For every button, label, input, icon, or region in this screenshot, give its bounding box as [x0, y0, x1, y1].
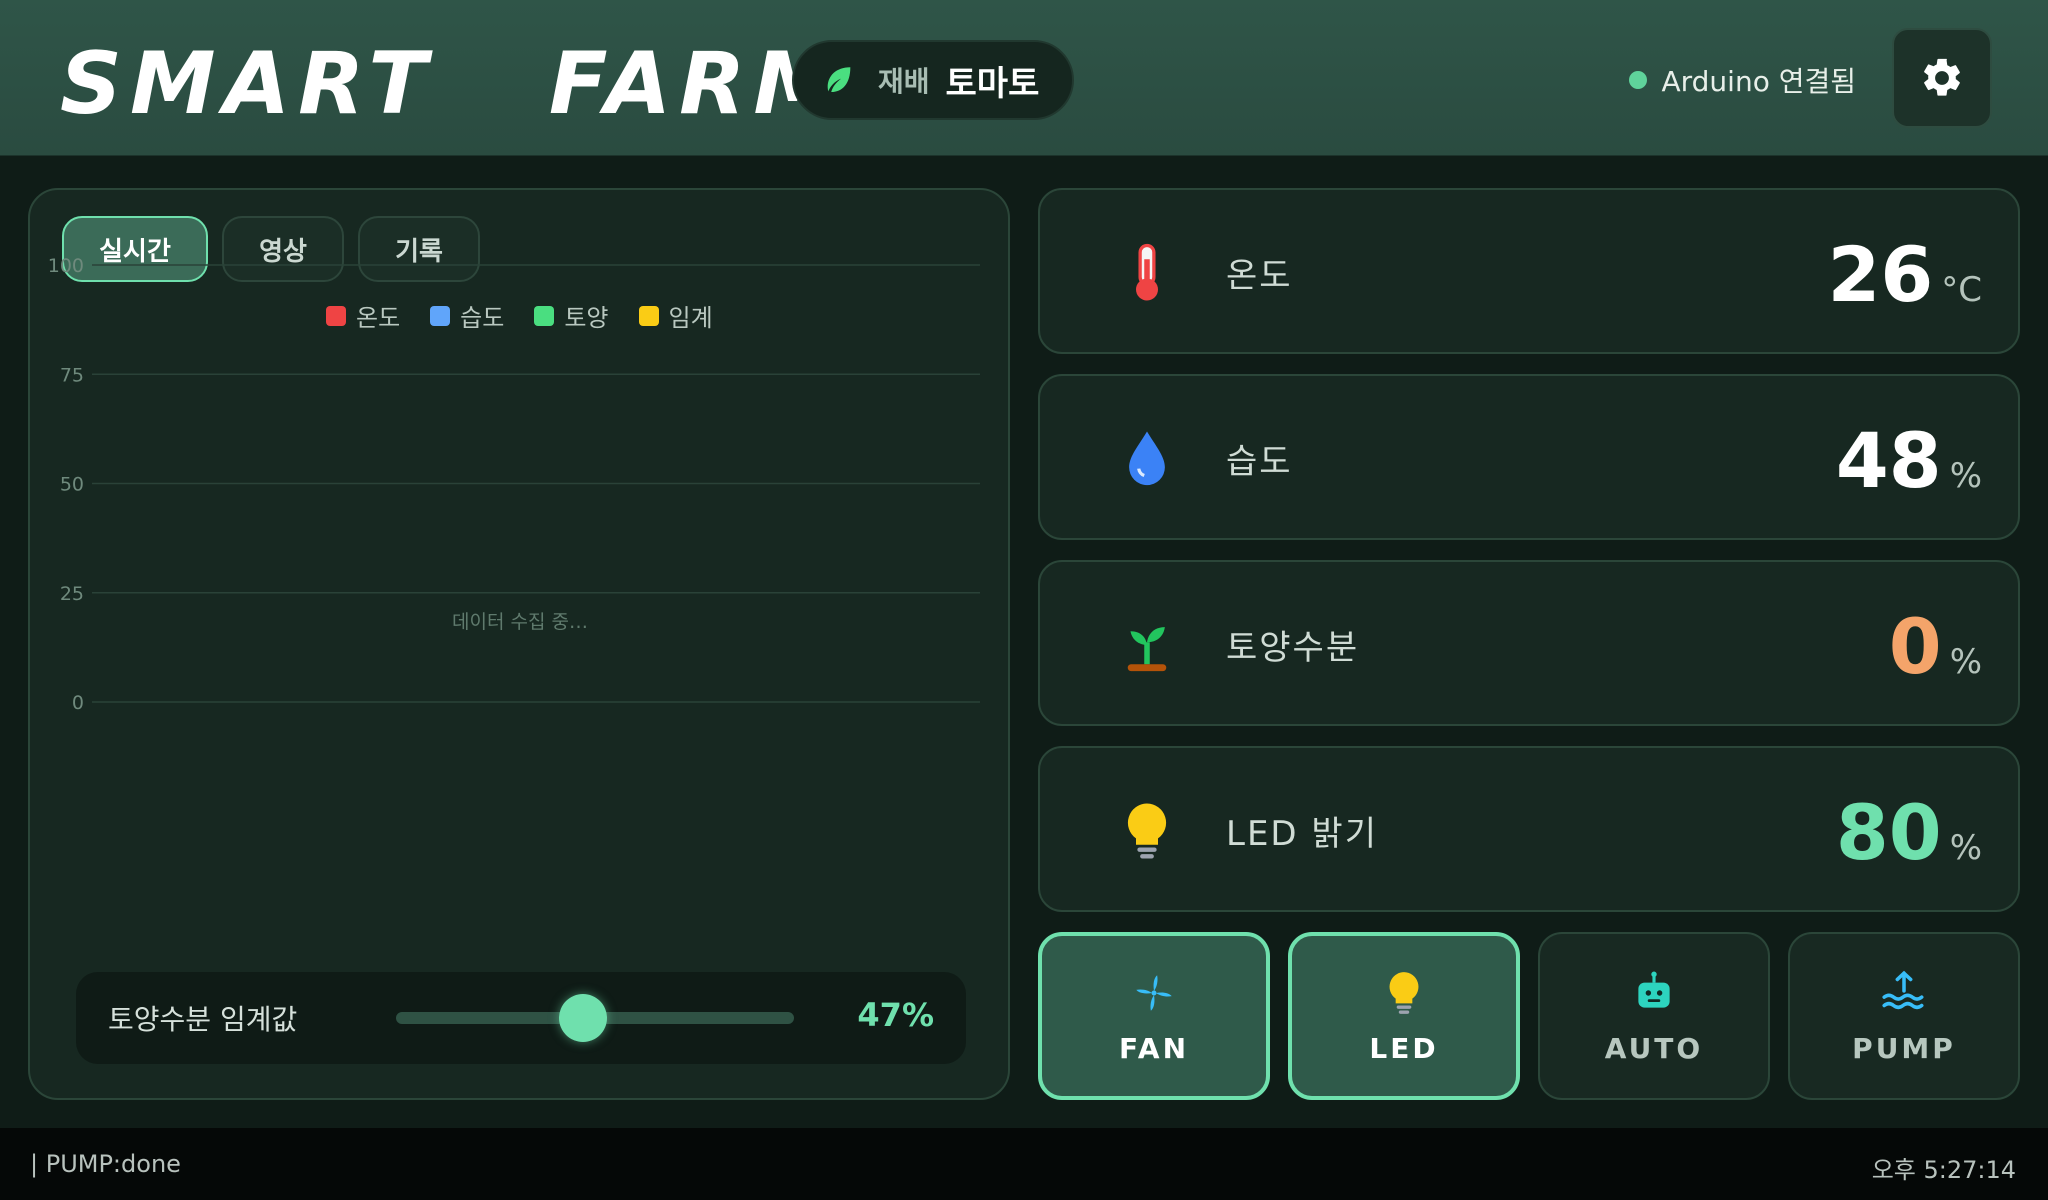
- threshold-slider-thumb[interactable]: [559, 994, 608, 1042]
- threshold-control: 토양수분 임계값 47%: [76, 972, 966, 1064]
- y-tick-label: 100: [48, 255, 84, 277]
- sensor-value: 26: [1827, 230, 1934, 319]
- app-logo: SMART FARM: [60, 34, 847, 134]
- lightbulb-icon: [1127, 803, 1167, 859]
- connection-text: Arduino 연결됨: [1661, 65, 1856, 98]
- y-tick-label: 50: [60, 474, 84, 496]
- threshold-label: 토양수분 임계값: [108, 1003, 298, 1036]
- crop-selector[interactable]: 재배 토마토: [792, 40, 1074, 120]
- status-bar: | PUMP:done 오후 5:27:14: [0, 1128, 2048, 1200]
- crop-label: 재배: [878, 65, 930, 98]
- button-label: FAN: [1118, 1031, 1190, 1065]
- sensor-unit: %: [1949, 642, 1982, 682]
- y-tick-label: 75: [60, 364, 84, 386]
- status-dot-icon: [1629, 71, 1648, 89]
- sensor-value: 80: [1835, 788, 1942, 877]
- sensor-line-chart: 100 75 50 25 0 데이터 수집 중…: [48, 255, 980, 714]
- button-label: PUMP: [1852, 1031, 1956, 1065]
- pump-water-icon: [1882, 970, 1924, 1009]
- header-bar: SMART FARM 재배 토마토 Arduino 연결됨: [0, 0, 2048, 156]
- sensor-unit: %: [1949, 456, 1982, 496]
- robot-icon: [1638, 971, 1670, 1008]
- y-tick-label: 25: [60, 583, 84, 605]
- water-drop-icon: [1129, 431, 1165, 486]
- sensor-unit: %: [1949, 828, 1982, 868]
- y-tick-label: 0: [72, 692, 84, 714]
- sensor-value: 48: [1835, 416, 1942, 505]
- lightbulb-icon: [1389, 971, 1419, 1014]
- sensor-unit: °C: [1941, 270, 1982, 310]
- sensor-name: 습도: [1226, 442, 1293, 482]
- crop-value: 토마토: [945, 63, 1040, 104]
- led-button[interactable]: LED: [1288, 932, 1520, 1100]
- sensor-value: 0: [1888, 602, 1942, 691]
- sensor-card-led-brightness: LED 밝기 80 %: [1038, 746, 2020, 912]
- button-label: AUTO: [1604, 1031, 1704, 1065]
- fan-button[interactable]: FAN: [1038, 932, 1270, 1100]
- chart-panel: 실시간 영상 기록 온도 습도 토양 임계 100 75 50 25 0 데이터 수집 …: [28, 188, 1010, 1100]
- sensor-name: 토양수분: [1226, 628, 1360, 668]
- threshold-value: 47%: [857, 996, 934, 1034]
- status-log: | PUMP:done: [30, 1150, 181, 1178]
- settings-button[interactable]: [1892, 28, 1992, 128]
- sensor-name: LED 밝기: [1226, 814, 1378, 854]
- auto-button[interactable]: AUTO: [1538, 932, 1770, 1100]
- sensor-reading: 48 %: [1836, 416, 1982, 505]
- sensor-card-humidity: 습도 48 %: [1038, 374, 2020, 540]
- status-clock: 오후 5:27:14: [1871, 1156, 2016, 1184]
- sensor-card-soil-moisture: 토양수분 0 %: [1038, 560, 2020, 726]
- connection-status: Arduino 연결됨: [1629, 58, 1856, 102]
- button-label: LED: [1369, 1031, 1439, 1065]
- sensor-name: 온도: [1226, 256, 1293, 296]
- thermometer-icon: [1136, 243, 1158, 301]
- sprout-icon: [1127, 627, 1167, 672]
- sensor-reading: 0 %: [1889, 602, 1982, 691]
- fan-icon: [1136, 974, 1172, 1011]
- pump-button[interactable]: PUMP: [1788, 932, 2020, 1100]
- gear-icon: [1924, 58, 1960, 96]
- chart-placeholder-text: 데이터 수집 중…: [452, 611, 588, 633]
- sensor-card-temperature: 온도 26 °C: [1038, 188, 2020, 354]
- sensor-reading: 26 °C: [1827, 230, 1982, 319]
- leaf-icon: [827, 67, 851, 93]
- sensor-reading: 80 %: [1836, 788, 1982, 877]
